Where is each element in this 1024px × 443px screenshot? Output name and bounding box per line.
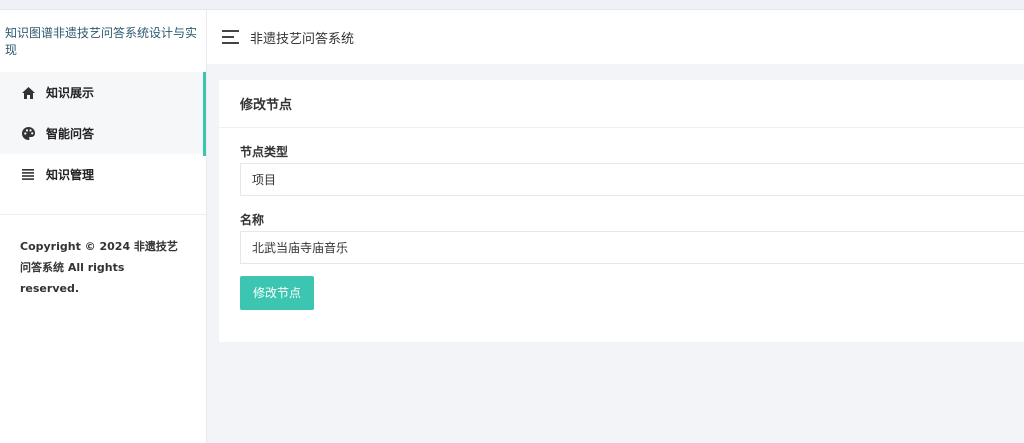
sidebar-item-smart-qa[interactable]: 智能问答 — [0, 113, 206, 154]
list-icon — [20, 167, 36, 183]
top-header: 非遗技艺问答系统 — [207, 10, 1024, 64]
sidebar-nav: 知识展示 智能问答 知识管理 — [0, 72, 206, 195]
app-brand: 知识图谱非遗技艺问答系统设计与实现 — [5, 26, 198, 57]
sidebar: 知识图谱非遗技艺问答系统设计与实现 知识展示 智能问答 知识管理 Copyrig… — [0, 10, 207, 443]
edit-node-button[interactable]: 修改节点 — [240, 276, 314, 310]
sidebar-item-label: 智能问答 — [46, 127, 95, 141]
card-title: 修改节点 — [219, 80, 1024, 128]
sidebar-item-label: 知识展示 — [46, 86, 95, 100]
active-indicator — [203, 72, 206, 156]
name-label: 名称 — [240, 213, 265, 227]
node-type-field[interactable]: 项目 — [240, 163, 1024, 196]
node-type-label: 节点类型 — [240, 145, 289, 159]
hamburger-icon[interactable] — [222, 30, 239, 44]
home-icon — [20, 85, 36, 101]
sidebar-item-label: 知识管理 — [46, 168, 95, 182]
edit-node-form: 节点类型 项目 名称 北武当庙寺庙音乐 修改节点 — [219, 143, 1024, 310]
edit-node-card: 修改节点 节点类型 项目 名称 北武当庙寺庙音乐 修改节点 — [219, 80, 1024, 342]
top-border — [0, 0, 1024, 10]
name-field[interactable]: 北武当庙寺庙音乐 — [240, 231, 1024, 264]
palette-icon — [20, 126, 36, 142]
copyright-text: Copyright © 2024 非遗技艺问答系统 All rights res… — [20, 240, 178, 295]
sidebar-item-knowledge-management[interactable]: 知识管理 — [0, 154, 206, 195]
sidebar-item-knowledge-display[interactable]: 知识展示 — [0, 72, 206, 113]
header-title: 非遗技艺问答系统 — [250, 31, 355, 47]
